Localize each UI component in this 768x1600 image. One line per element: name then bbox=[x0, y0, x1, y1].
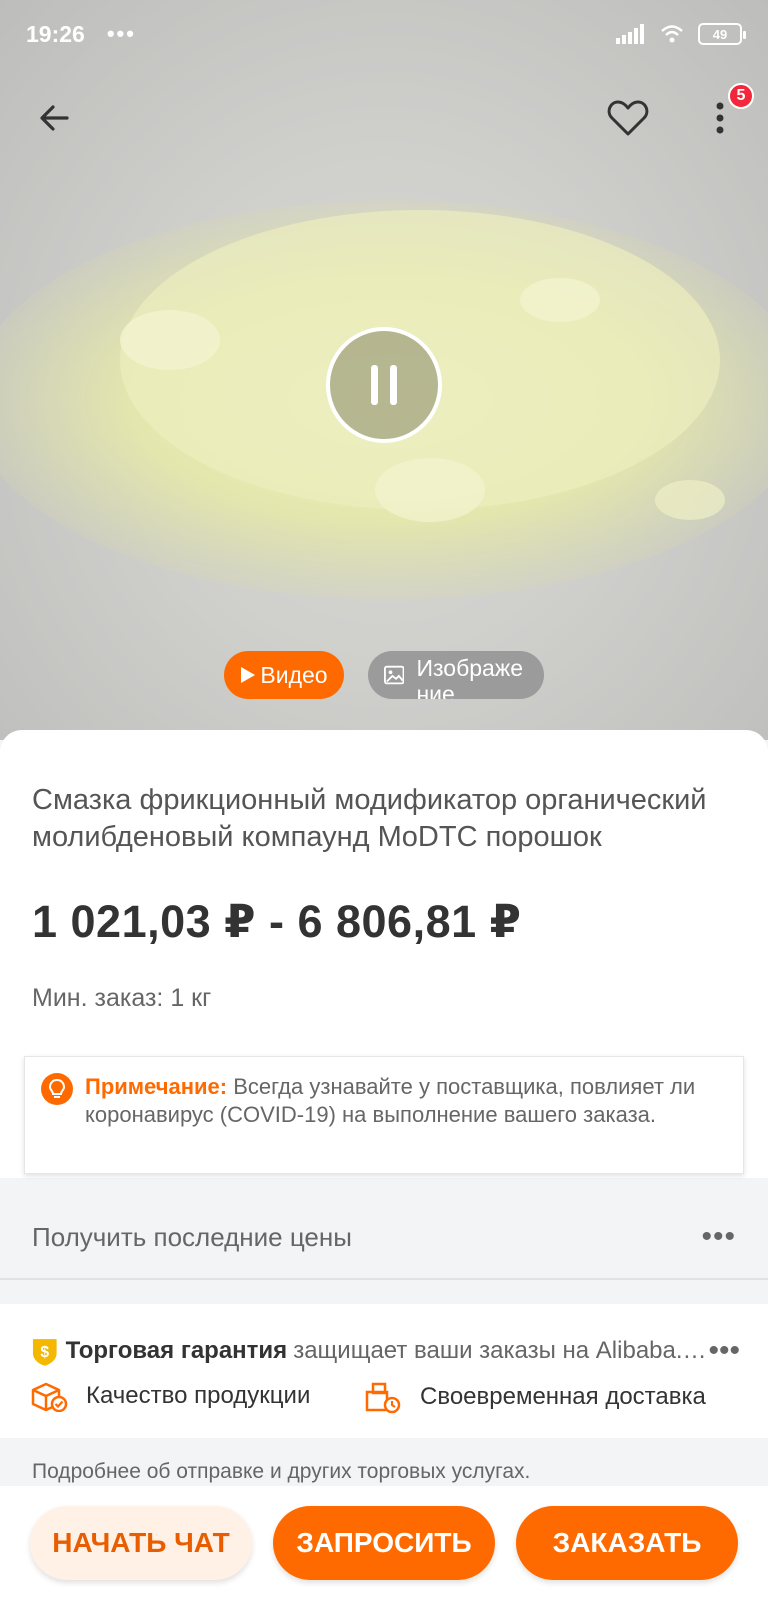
request-button[interactable]: ЗАПРОСИТЬ bbox=[273, 1506, 495, 1580]
arrow-left-icon bbox=[40, 105, 69, 131]
order-button[interactable]: ЗАКАЗАТЬ bbox=[516, 1506, 738, 1580]
media-tabs: Видео Изображение bbox=[224, 651, 544, 699]
wifi-icon bbox=[661, 25, 683, 43]
back-button[interactable] bbox=[25, 88, 85, 148]
trade-assurance-title: Торговая гарантия bbox=[65, 1337, 288, 1364]
tab-images-label: Изображение bbox=[416, 655, 523, 699]
product-info-card: Смазка фрикционный модификатор органичес… bbox=[0, 730, 768, 1178]
more-vertical-icon bbox=[716, 102, 724, 134]
tab-images[interactable]: Изображение bbox=[368, 651, 544, 699]
quality-box-icon bbox=[31, 1382, 68, 1412]
feature-delivery: Своевременная доставка bbox=[364, 1380, 706, 1414]
note-label: Примечание: bbox=[85, 1074, 228, 1099]
pause-button[interactable] bbox=[326, 327, 442, 443]
pause-icon-bar-left bbox=[371, 365, 378, 405]
image-icon bbox=[384, 665, 405, 685]
product-price: 1 021,03 ₽ - 6 806,81 ₽ bbox=[32, 896, 522, 947]
feature-delivery-label: Своевременная доставка bbox=[420, 1383, 706, 1410]
covid-note: Примечание: Всегда узнавайте у поставщик… bbox=[24, 1056, 744, 1174]
latest-prices-label: Получить последние цены bbox=[32, 1221, 352, 1252]
product-title: Смазка фрикционный модификатор органичес… bbox=[32, 784, 707, 853]
more-horizontal-icon: ••• bbox=[701, 1220, 736, 1253]
tab-video[interactable]: Видео bbox=[224, 651, 344, 699]
bottom-action-bar: НАЧАТЬ ЧАТ ЗАПРОСИТЬ ЗАКАЗАТЬ bbox=[0, 1486, 768, 1600]
favorite-button[interactable] bbox=[598, 88, 658, 148]
start-chat-button[interactable]: НАЧАТЬ ЧАТ bbox=[30, 1506, 252, 1580]
status-bar: 19:26 ••• 49 bbox=[0, 0, 768, 68]
trade-assurance-header: $ Торговая гарантия защищает ваши заказы… bbox=[30, 1334, 740, 1368]
product-video[interactable]: 19:26 ••• 49 5 Видео Изображение bbox=[0, 0, 768, 740]
tab-video-label: Видео bbox=[260, 661, 328, 688]
feature-quality: Качество продукции bbox=[30, 1380, 310, 1412]
pause-icon-bar-right bbox=[390, 365, 397, 405]
delivery-box-icon bbox=[365, 1382, 401, 1414]
lightbulb-icon bbox=[41, 1073, 73, 1105]
signal-icon bbox=[616, 24, 644, 44]
status-time: 19:26 bbox=[26, 20, 85, 47]
trade-assurance-description: защищает ваши заказы на Alibaba.c... bbox=[293, 1337, 709, 1364]
notification-badge: 5 bbox=[728, 83, 754, 109]
latest-prices-row[interactable]: Получить последние цены ••• bbox=[0, 1196, 768, 1280]
note-text: Примечание: Всегда узнавайте у поставщик… bbox=[85, 1073, 723, 1129]
min-order: Мин. заказ: 1 кг bbox=[32, 984, 212, 1012]
feature-quality-label: Качество продукции bbox=[86, 1382, 311, 1409]
status-dots: ••• bbox=[106, 21, 136, 46]
play-icon bbox=[241, 667, 256, 683]
battery-icon: 49 bbox=[698, 23, 746, 45]
battery-level: 49 bbox=[712, 26, 728, 42]
more-horizontal-icon: ••• bbox=[708, 1334, 740, 1367]
shield-dollar-icon: $ bbox=[32, 1339, 57, 1366]
trade-assurance-section[interactable]: $ Торговая гарантия защищает ваши заказы… bbox=[0, 1304, 768, 1438]
heart-icon bbox=[607, 100, 649, 136]
svg-text:$: $ bbox=[40, 1344, 49, 1361]
